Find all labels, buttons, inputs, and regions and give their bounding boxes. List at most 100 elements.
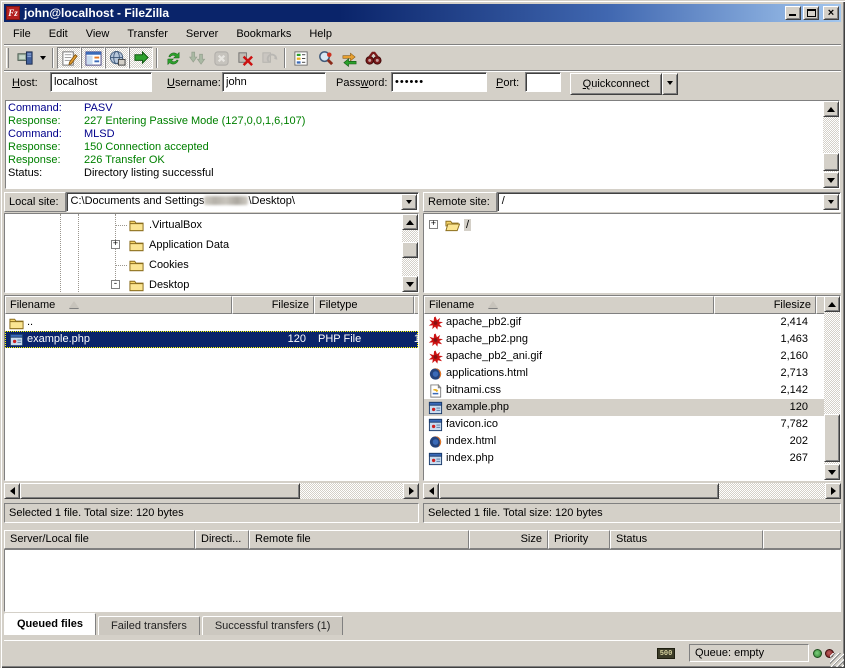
menu-edit[interactable]: Edit bbox=[40, 26, 77, 42]
scroll-right-icon[interactable] bbox=[403, 483, 419, 499]
cancel-operation-button[interactable] bbox=[209, 47, 233, 69]
scroll-left-icon[interactable] bbox=[423, 483, 439, 499]
quickconnect-dropdown-icon[interactable] bbox=[662, 73, 678, 95]
tree-item-desktop[interactable]: - Desktop bbox=[5, 276, 418, 293]
maximize-button[interactable] bbox=[803, 6, 819, 20]
local-h-scrollbar[interactable] bbox=[4, 483, 419, 499]
file-row[interactable]: index.html 202 bbox=[424, 433, 824, 450]
find-files-button[interactable] bbox=[361, 47, 385, 69]
tab-successful-transfers[interactable]: Successful transfers (1) bbox=[202, 616, 344, 635]
scroll-up-icon[interactable] bbox=[402, 214, 418, 230]
tree-item-virtualbox[interactable]: .VirtualBox bbox=[5, 216, 418, 234]
local-site-combo[interactable]: C:\Documents and Settings\Desktop\ bbox=[66, 192, 419, 212]
file-row[interactable]: bitnami.css 2,142 bbox=[424, 382, 824, 399]
reconnect-button[interactable] bbox=[257, 47, 281, 69]
combo-dropdown-icon[interactable] bbox=[823, 194, 839, 210]
column-header-filesize[interactable]: Filesize bbox=[714, 296, 816, 314]
title-bar[interactable]: Fz john@localhost - FileZilla × bbox=[4, 4, 841, 22]
minimize-button[interactable] bbox=[785, 6, 801, 20]
username-input[interactable] bbox=[222, 72, 326, 92]
tab-queued-files[interactable]: Queued files bbox=[4, 613, 96, 635]
scroll-left-icon[interactable] bbox=[4, 483, 20, 499]
menu-view[interactable]: View bbox=[77, 26, 119, 42]
toggle-remote-tree-button[interactable] bbox=[105, 47, 129, 69]
expand-icon[interactable]: + bbox=[111, 240, 120, 249]
site-manager-button[interactable] bbox=[13, 47, 37, 69]
toggle-transfer-queue-button[interactable] bbox=[129, 47, 153, 69]
file-row[interactable]: favicon.ico 7,782 bbox=[424, 416, 824, 433]
scroll-down-icon[interactable] bbox=[402, 276, 418, 292]
expand-icon[interactable]: + bbox=[429, 220, 438, 229]
column-header-last-modified[interactable]: L bbox=[414, 296, 419, 314]
tree-item-root[interactable]: + / bbox=[424, 216, 840, 234]
column-header-filename[interactable]: Filename bbox=[424, 296, 714, 314]
file-row-example-php[interactable]: example.php 120 PHP File 1 bbox=[5, 331, 418, 348]
tree-item-application-data[interactable]: + Application Data bbox=[5, 236, 418, 254]
tab-failed-transfers[interactable]: Failed transfers bbox=[98, 616, 200, 635]
file-row[interactable]: apache_pb2.gif 2,414 bbox=[424, 314, 824, 331]
scrollbar-thumb[interactable] bbox=[439, 483, 719, 499]
password-input[interactable] bbox=[391, 72, 487, 92]
menu-server[interactable]: Server bbox=[177, 26, 227, 42]
toggle-local-tree-button[interactable] bbox=[81, 47, 105, 69]
scrollbar-thumb[interactable] bbox=[824, 414, 840, 462]
toggle-message-log-button[interactable] bbox=[57, 47, 81, 69]
column-header-filesize[interactable]: Filesize bbox=[232, 296, 314, 314]
scroll-down-icon[interactable] bbox=[824, 464, 840, 480]
remote-directory-tree[interactable]: + / bbox=[423, 213, 841, 293]
scroll-up-icon[interactable] bbox=[823, 101, 839, 117]
toolbar-grip[interactable] bbox=[6, 48, 9, 68]
refresh-button[interactable] bbox=[161, 47, 185, 69]
resize-grip[interactable] bbox=[830, 653, 844, 667]
menu-transfer[interactable]: Transfer bbox=[118, 26, 177, 42]
remote-site-combo[interactable]: / bbox=[497, 192, 841, 212]
column-header-filetype[interactable]: Filetype bbox=[314, 296, 414, 314]
column-header-filename[interactable]: Filename bbox=[5, 296, 232, 314]
filezilla-app-icon[interactable]: Fz bbox=[6, 6, 20, 20]
host-input[interactable] bbox=[50, 72, 152, 92]
queue-column-status[interactable]: Status bbox=[610, 530, 763, 549]
menu-bookmarks[interactable]: Bookmarks bbox=[227, 26, 300, 42]
scrollbar-thumb[interactable] bbox=[20, 483, 300, 499]
disconnect-button[interactable] bbox=[233, 47, 257, 69]
scrollbar-thumb[interactable] bbox=[402, 242, 418, 258]
scroll-down-icon[interactable] bbox=[823, 172, 839, 188]
file-row[interactable]: applications.html 2,713 bbox=[424, 365, 824, 382]
site-manager-dropdown-icon[interactable] bbox=[37, 47, 49, 69]
tree-item-cookies[interactable]: Cookies bbox=[5, 256, 418, 274]
queue-column-size[interactable]: Size bbox=[469, 530, 548, 549]
log-scrollbar[interactable] bbox=[823, 101, 839, 188]
directory-comparison-button[interactable] bbox=[313, 47, 337, 69]
queue-list[interactable] bbox=[4, 549, 841, 612]
combo-dropdown-icon[interactable] bbox=[401, 194, 417, 210]
queue-column-direction[interactable]: Directi... bbox=[195, 530, 249, 549]
scroll-right-icon[interactable] bbox=[825, 483, 841, 499]
port-input[interactable] bbox=[525, 72, 561, 92]
file-row-selected[interactable]: example.php 120 bbox=[424, 399, 824, 416]
scroll-up-icon[interactable] bbox=[824, 296, 840, 312]
message-log[interactable]: Command:PASV Response:227 Entering Passi… bbox=[5, 100, 840, 189]
file-row-parent-dir[interactable]: .. bbox=[5, 314, 418, 331]
remote-h-scrollbar[interactable] bbox=[423, 483, 841, 499]
scrollbar-thumb[interactable] bbox=[823, 153, 839, 171]
close-button[interactable]: × bbox=[823, 6, 839, 20]
remote-list-scrollbar[interactable] bbox=[824, 296, 840, 480]
synchronized-browsing-button[interactable] bbox=[337, 47, 361, 69]
queue-column-server-local-file[interactable]: Server/Local file bbox=[4, 530, 195, 549]
local-file-list[interactable]: Filename Filesize Filetype L .. example.… bbox=[4, 295, 419, 481]
speed-limit-icon[interactable]: 500 bbox=[657, 648, 675, 659]
process-queue-button[interactable] bbox=[185, 47, 209, 69]
local-directory-tree[interactable]: .VirtualBox + Application Data Cookies -… bbox=[4, 213, 419, 293]
queue-column-priority[interactable]: Priority bbox=[548, 530, 610, 549]
menu-file[interactable]: File bbox=[4, 26, 40, 42]
file-row[interactable]: index.php 267 bbox=[424, 450, 824, 467]
queue-column-remote-file[interactable]: Remote file bbox=[249, 530, 469, 549]
file-row[interactable]: apache_pb2.png 1,463 bbox=[424, 331, 824, 348]
local-tree-scrollbar[interactable] bbox=[402, 214, 418, 292]
menu-help[interactable]: Help bbox=[300, 26, 341, 42]
file-row[interactable]: apache_pb2_ani.gif 2,160 bbox=[424, 348, 824, 365]
remote-file-list[interactable]: Filename Filesize apache_pb2.gif 2,414 a… bbox=[423, 295, 841, 481]
quickconnect-button[interactable]: Quickconnect bbox=[570, 73, 662, 95]
collapse-icon[interactable]: - bbox=[111, 280, 120, 289]
filter-button[interactable] bbox=[289, 47, 313, 69]
